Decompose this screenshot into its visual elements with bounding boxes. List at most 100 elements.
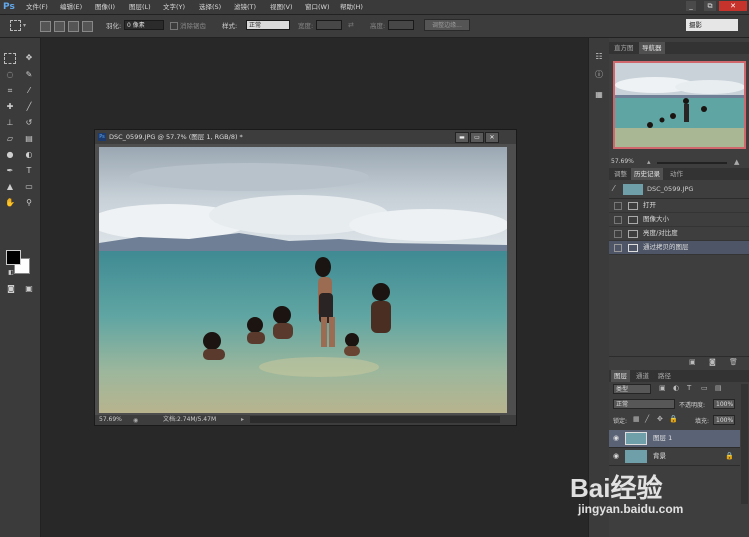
- menu-select[interactable]: 选择(S): [199, 2, 221, 12]
- tab-paths[interactable]: 路径: [655, 370, 674, 382]
- workspace-select[interactable]: 摄影: [686, 19, 738, 31]
- properties-panel-icon[interactable]: ▦: [592, 88, 606, 101]
- status-menu-arrow-icon[interactable]: ▸: [241, 415, 244, 425]
- history-checkbox[interactable]: [614, 202, 622, 210]
- filter-type-icon[interactable]: T: [687, 384, 691, 392]
- path-select-tool-icon[interactable]: ▲: [3, 180, 17, 193]
- hand-tool-icon[interactable]: ✋: [3, 196, 17, 209]
- opacity-input[interactable]: 100%: [713, 399, 735, 409]
- history-panel-icon[interactable]: ☷: [592, 50, 606, 63]
- menu-filter[interactable]: 滤镜(T): [234, 2, 256, 12]
- blur-tool-icon[interactable]: ●: [3, 148, 17, 161]
- navigator-zoom-value[interactable]: 57.69%: [611, 158, 634, 165]
- quick-select-tool-icon[interactable]: ✎: [22, 68, 36, 81]
- minimize-button[interactable]: _: [686, 1, 696, 11]
- lasso-tool-icon[interactable]: ◌: [3, 68, 17, 81]
- eye-icon[interactable]: ◉: [613, 430, 619, 447]
- history-checkbox[interactable]: [614, 230, 622, 238]
- doc-close-button[interactable]: ✕: [485, 132, 499, 143]
- layer-row-selected[interactable]: ◉ 图层 1: [609, 430, 740, 448]
- blend-mode-select[interactable]: 正常: [613, 399, 675, 409]
- style-select[interactable]: 正常: [246, 20, 290, 30]
- doc-maximize-button[interactable]: ▭: [470, 132, 484, 143]
- menu-edit[interactable]: 编辑(E): [60, 2, 82, 12]
- tab-channels[interactable]: 通道: [633, 370, 652, 382]
- menu-window[interactable]: 窗口(W): [305, 2, 330, 12]
- doc-minimize-button[interactable]: ▬: [455, 132, 469, 143]
- swap-icon[interactable]: ⇄: [348, 21, 354, 29]
- lock-position-icon[interactable]: ✥: [657, 415, 663, 423]
- quick-mask-icon[interactable]: ◙: [4, 282, 18, 295]
- horizontal-scrollbar[interactable]: [250, 416, 500, 423]
- trash-icon[interactable]: 🗑: [729, 358, 738, 366]
- maximize-button[interactable]: ⧉: [704, 1, 716, 11]
- menu-view[interactable]: 视图(V): [270, 2, 293, 12]
- menu-file[interactable]: 文件(F): [26, 2, 48, 12]
- rect-marquee-tool-icon[interactable]: [4, 53, 16, 64]
- menu-image[interactable]: 图像(I): [95, 2, 115, 12]
- menu-type[interactable]: 文字(Y): [163, 2, 185, 12]
- tab-navigator[interactable]: 导航器: [639, 42, 665, 54]
- zoom-in-icon[interactable]: ▲: [734, 158, 739, 166]
- crop-tool-icon[interactable]: ⌗: [3, 84, 17, 97]
- subtract-selection-icon[interactable]: [68, 21, 79, 32]
- filter-adjust-icon[interactable]: ◐: [673, 384, 679, 392]
- height-input[interactable]: [388, 20, 414, 30]
- foreground-color-swatch[interactable]: [6, 250, 21, 265]
- filter-smart-icon[interactable]: ▤: [715, 384, 722, 392]
- history-step[interactable]: 打开: [609, 199, 749, 213]
- tab-history[interactable]: 历史记录: [631, 168, 663, 180]
- history-snapshot-row[interactable]: ⁄ DSC_0599.JPG: [609, 182, 749, 199]
- tab-layers[interactable]: 图层: [611, 370, 630, 382]
- screen-mode-icon[interactable]: ▣: [22, 282, 36, 295]
- refine-edge-button[interactable]: 调整边缘...: [424, 19, 470, 31]
- tab-actions[interactable]: 动作: [667, 168, 686, 180]
- shape-tool-icon[interactable]: ▭: [22, 180, 36, 193]
- new-document-from-state-icon[interactable]: ▣: [689, 358, 696, 366]
- document-titlebar[interactable]: Ps DSC_0599.JPG @ 57.7% (图层 1, RGB/8) * …: [95, 130, 516, 144]
- lock-all-icon[interactable]: 🔒: [669, 415, 678, 423]
- image-canvas[interactable]: [99, 147, 507, 413]
- add-selection-icon[interactable]: [54, 21, 65, 32]
- clone-stamp-tool-icon[interactable]: ⊥: [3, 116, 17, 129]
- history-step-selected[interactable]: 通过拷贝的图层: [609, 241, 749, 255]
- info-panel-icon[interactable]: ⓘ: [592, 68, 606, 81]
- filter-pixel-icon[interactable]: ▣: [659, 384, 666, 392]
- move-tool-icon[interactable]: ✥: [22, 51, 36, 64]
- history-brush-tool-icon[interactable]: ↺: [22, 116, 36, 129]
- menu-help[interactable]: 帮助(H): [340, 2, 363, 12]
- tab-histogram[interactable]: 直方图: [611, 42, 637, 54]
- layer-row[interactable]: ◉ 背景 🔒: [609, 448, 740, 466]
- dodge-tool-icon[interactable]: ◐: [22, 148, 36, 161]
- gradient-tool-icon[interactable]: ▤: [22, 132, 36, 145]
- eraser-tool-icon[interactable]: ▱: [3, 132, 17, 145]
- navigator-thumbnail[interactable]: [613, 61, 746, 149]
- default-colors-icon[interactable]: ◧: [4, 266, 18, 279]
- navigator-zoom-slider[interactable]: [657, 162, 727, 164]
- status-info-icon[interactable]: ◉: [133, 416, 138, 426]
- close-button[interactable]: ✕: [719, 1, 747, 11]
- feather-input[interactable]: 0 像素: [124, 20, 164, 30]
- pen-tool-icon[interactable]: ✒: [3, 164, 17, 177]
- lock-transparency-icon[interactable]: ▦: [633, 415, 640, 423]
- new-selection-icon[interactable]: [40, 21, 51, 32]
- camera-icon[interactable]: ◙: [709, 358, 716, 366]
- fill-input[interactable]: 100%: [713, 415, 735, 425]
- menu-layer[interactable]: 图层(L): [129, 2, 151, 12]
- history-checkbox[interactable]: [614, 244, 622, 252]
- healing-brush-tool-icon[interactable]: ✚: [3, 100, 17, 113]
- tab-adjustments[interactable]: 调整: [611, 168, 630, 180]
- zoom-level[interactable]: 57.69%: [99, 415, 122, 425]
- zoom-out-icon[interactable]: ▴: [647, 158, 651, 166]
- chevron-down-icon[interactable]: ▾: [23, 22, 26, 29]
- lock-pixels-icon[interactable]: ╱: [645, 415, 649, 423]
- width-input[interactable]: [316, 20, 342, 30]
- zoom-tool-icon[interactable]: ⚲: [22, 196, 36, 209]
- eye-icon[interactable]: ◉: [613, 448, 619, 465]
- intersect-selection-icon[interactable]: [82, 21, 93, 32]
- brush-tool-icon[interactable]: ╱: [22, 100, 36, 113]
- layers-scrollbar[interactable]: [741, 384, 748, 504]
- filter-shape-icon[interactable]: ▭: [701, 384, 708, 392]
- history-step[interactable]: 图像大小: [609, 213, 749, 227]
- history-step[interactable]: 亮度/对比度: [609, 227, 749, 241]
